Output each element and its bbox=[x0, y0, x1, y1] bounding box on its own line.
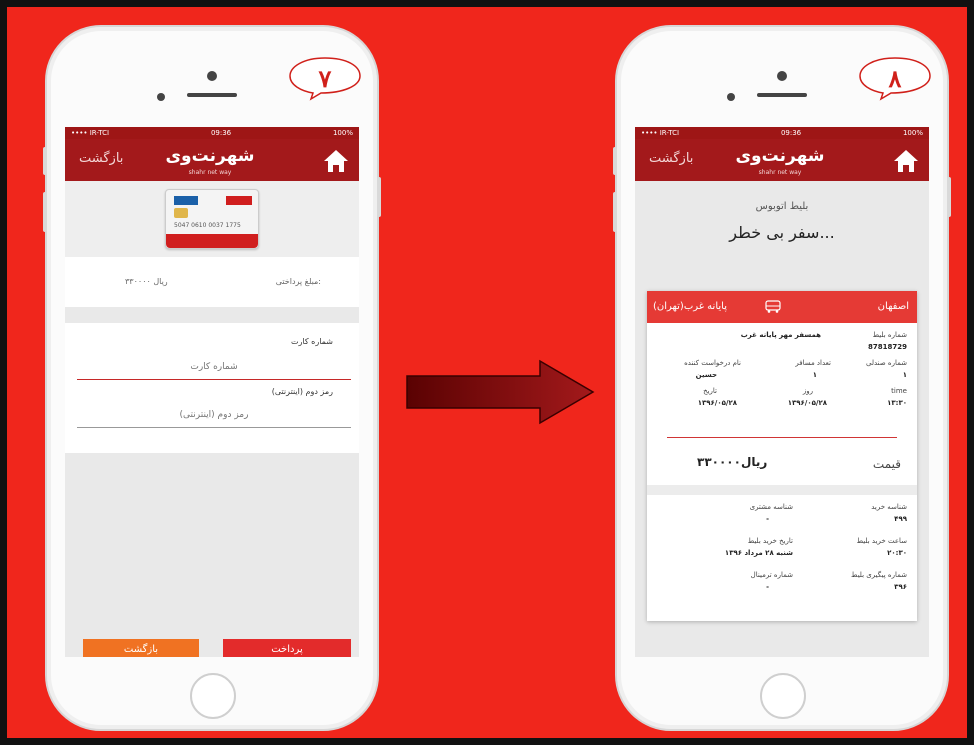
speaker-grill bbox=[757, 93, 807, 97]
terminal-value: - bbox=[766, 583, 769, 591]
back-button[interactable]: بازگشت bbox=[83, 639, 199, 657]
buy-id-value: ۴۹۹ bbox=[894, 515, 907, 523]
customer-id-label: شناسه مشتری bbox=[749, 503, 793, 511]
carrier-label: •••• IR-TCI bbox=[71, 129, 110, 137]
bank-logo bbox=[226, 196, 252, 205]
amount-label: مبلغ پرداختی: bbox=[275, 277, 321, 286]
time-value: ۱۳:۳۰ bbox=[887, 399, 907, 407]
app-logo: شهرنت‌وی bbox=[735, 146, 825, 166]
buy-date-label: تاریخ خرید بلیط bbox=[747, 537, 793, 545]
ticket-number-value: 87818729 bbox=[868, 343, 907, 351]
battery-label: 100% bbox=[902, 129, 923, 137]
phone-step-7: ۷ •••• IR-TCI 09:36 100% بازگشت شهرنت‌وی… bbox=[43, 25, 381, 731]
ticket-heading: بلیط اتوبوس سفر بی خطر... bbox=[635, 181, 929, 261]
ticket-title: بلیط اتوبوس bbox=[755, 201, 809, 212]
passengers-label: تعداد مسافر bbox=[795, 359, 831, 367]
sensor-dot bbox=[157, 93, 165, 101]
card-network-logo bbox=[174, 196, 198, 205]
price-value: ۳۳۰۰۰۰ریال bbox=[697, 455, 768, 469]
image-frame: ۷ •••• IR-TCI 09:36 100% بازگشت شهرنت‌وی… bbox=[0, 0, 974, 745]
volume-button bbox=[613, 147, 617, 175]
pin-label: رمز دوم (اینترنتی) bbox=[271, 387, 333, 396]
status-bar: •••• IR-TCI 09:36 100% bbox=[65, 127, 359, 139]
terminal-label: شماره ترمینال bbox=[750, 571, 793, 579]
phone-step-8: ۸ •••• IR-TCI 09:36 100% بازگشت شهرنت‌وی… bbox=[613, 25, 951, 731]
ticket-divider bbox=[667, 437, 897, 438]
home-icon[interactable] bbox=[323, 149, 349, 173]
tracking-value: ۳۹۶ bbox=[894, 583, 907, 591]
destination-city: پایانه غرب(تهران) bbox=[653, 301, 727, 312]
camera-icon bbox=[207, 71, 217, 81]
home-icon[interactable] bbox=[893, 149, 919, 173]
app-logo-sub: shahr net way bbox=[758, 169, 802, 176]
payment-amount-row: مبلغ پرداختی: ریال ۳۳۰۰۰۰ bbox=[65, 257, 359, 307]
carrier-label: •••• IR-TCI bbox=[641, 129, 680, 137]
header-back-link[interactable]: بازگشت bbox=[79, 151, 123, 166]
app-header: بازگشت شهرنت‌وی shahr net way bbox=[65, 139, 359, 181]
bank-card-image: 5047 0610 0037 1775 bbox=[165, 189, 259, 249]
app-header: بازگشت شهرنت‌وی shahr net way bbox=[635, 139, 929, 181]
tracking-label: شماره پیگیری بلیط bbox=[851, 571, 907, 579]
buy-time-value: ۲۰:۳۰ bbox=[887, 549, 907, 557]
seat-value: ۱ bbox=[902, 371, 907, 379]
clock-label: 09:36 bbox=[780, 129, 802, 137]
step-number: ۷ bbox=[318, 63, 332, 93]
volume-button bbox=[613, 192, 617, 232]
volume-button bbox=[43, 147, 47, 175]
power-button bbox=[377, 177, 381, 217]
ticket-route-header: اصفهان پایانه غرب(تهران) bbox=[647, 291, 917, 323]
buy-id-label: شناسه خرید bbox=[871, 503, 907, 511]
ticket-perforation bbox=[647, 485, 917, 495]
speaker-grill bbox=[187, 93, 237, 97]
day-label: روز bbox=[802, 387, 813, 395]
volume-button bbox=[43, 192, 47, 232]
buy-date-value: شنبه ۲۸ مرداد ۱۳۹۶ bbox=[724, 549, 793, 557]
card-number-input[interactable] bbox=[77, 355, 351, 380]
payment-screen: •••• IR-TCI 09:36 100% بازگشت شهرنت‌وی s… bbox=[65, 127, 359, 657]
sensor-dot bbox=[727, 93, 735, 101]
ticket-number-label: شماره بلیط bbox=[872, 331, 907, 339]
ticket-slogan: سفر بی خطر... bbox=[729, 223, 835, 242]
passengers-value: ۱ bbox=[812, 371, 817, 379]
bus-company: همسفر مهر پایانه غرب bbox=[740, 331, 821, 339]
requester-value: حسین bbox=[695, 371, 717, 379]
card-number-label: شماره کارت bbox=[290, 337, 333, 346]
amount-value: ریال ۳۳۰۰۰۰ bbox=[125, 277, 168, 286]
header-back-link[interactable]: بازگشت bbox=[649, 151, 693, 166]
ticket-screen: •••• IR-TCI 09:36 100% بازگشت شهرنت‌وی s… bbox=[635, 127, 929, 657]
card-form: شماره کارت رمز دوم (اینترنتی) bbox=[65, 323, 359, 453]
card-number-text: 5047 0610 0037 1775 bbox=[174, 222, 241, 229]
card-preview-area: 5047 0610 0037 1775 bbox=[65, 181, 359, 257]
seat-label: شماره صندلی bbox=[865, 359, 907, 367]
arrow-right-icon bbox=[406, 359, 595, 425]
requester-label: نام درخواست کننده bbox=[684, 359, 741, 367]
ticket-card: اصفهان پایانه غرب(تهران) شماره بلیط 8781… bbox=[647, 291, 917, 621]
price-label: قیمت bbox=[872, 457, 901, 471]
app-logo: شهرنت‌وی bbox=[165, 146, 255, 166]
date-value: ۱۳۹۶/۰۵/۲۸ bbox=[697, 399, 737, 407]
day-value: ۱۳۹۶/۰۵/۲۸ bbox=[787, 399, 827, 407]
time-label: time bbox=[891, 387, 907, 395]
customer-id-value: - bbox=[766, 515, 769, 523]
battery-label: 100% bbox=[332, 129, 353, 137]
phone-home-button[interactable] bbox=[190, 673, 236, 719]
card-chip-icon bbox=[174, 208, 188, 218]
pay-button[interactable]: پرداخت bbox=[223, 639, 351, 657]
clock-label: 09:36 bbox=[210, 129, 232, 137]
step-number: ۸ bbox=[888, 63, 902, 93]
power-button bbox=[947, 177, 951, 217]
buy-time-label: ساعت خرید بلیط bbox=[856, 537, 907, 545]
pin-input[interactable] bbox=[77, 403, 351, 428]
date-label: تاریخ bbox=[703, 387, 717, 395]
camera-icon bbox=[777, 71, 787, 81]
app-logo-sub: shahr net way bbox=[188, 169, 232, 176]
card-stripe bbox=[166, 234, 258, 248]
origin-city: اصفهان bbox=[877, 301, 909, 312]
bus-icon bbox=[765, 300, 781, 313]
status-bar: •••• IR-TCI 09:36 100% bbox=[635, 127, 929, 139]
phone-home-button[interactable] bbox=[760, 673, 806, 719]
